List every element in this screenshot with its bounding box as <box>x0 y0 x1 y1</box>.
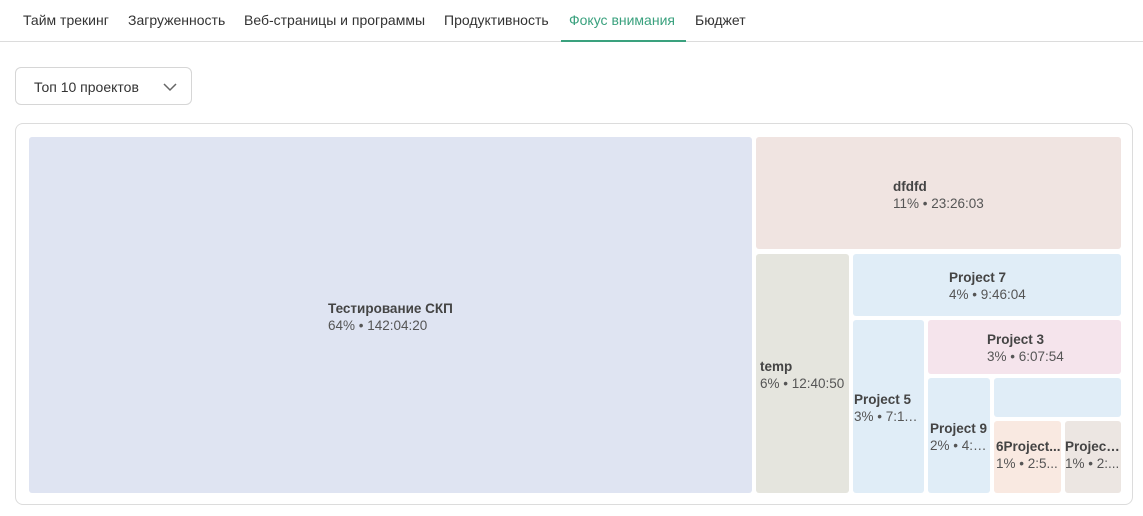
treemap-tile-label: Project 9 2% • 4:1... <box>930 420 990 454</box>
tab-workload[interactable]: Загруженность <box>128 0 225 42</box>
treemap-tile-value: 1% • 2:5... <box>996 456 1058 471</box>
treemap-tile-name: dfdfd <box>893 179 927 194</box>
treemap-tile[interactable]: Project 5 3% • 7:11:... <box>853 320 924 493</box>
treemap-tile[interactable]: Project 3 3% • 6:07:54 <box>928 320 1121 374</box>
tab-web-pages-programs[interactable]: Веб-страницы и программы <box>244 0 425 42</box>
treemap-tile[interactable] <box>994 378 1121 417</box>
treemap-tile-label: Project 3 3% • 6:07:54 <box>987 331 1064 365</box>
treemap-tile-label: Тестирование СКП 64% • 142:04:20 <box>328 300 453 334</box>
treemap-tile-value: 3% • 7:11:... <box>854 409 924 424</box>
tab-attention-focus[interactable]: Фокус внимания <box>561 0 686 42</box>
treemap-tile-label: Project... 1% • 2:... <box>1065 438 1121 472</box>
treemap-tile[interactable]: temp 6% • 12:40:50 <box>756 254 849 493</box>
tab-time-tracking[interactable]: Тайм трекинг <box>23 0 109 42</box>
treemap-tile[interactable]: dfdfd 11% • 23:26:03 <box>756 137 1121 249</box>
treemap-tile[interactable]: Project... 1% • 2:... <box>1065 421 1121 493</box>
treemap-tile-value: 64% • 142:04:20 <box>328 318 428 333</box>
tab-budget[interactable]: Бюджет <box>695 0 746 42</box>
treemap-tile-value: 2% • 4:1... <box>930 438 990 453</box>
top-projects-select[interactable]: Топ 10 проектов <box>15 67 192 105</box>
treemap-tile-name: temp <box>760 359 793 374</box>
treemap-tile[interactable]: Project 7 4% • 9:46:04 <box>853 254 1121 316</box>
treemap-tile-value: 1% • 2:... <box>1065 456 1120 471</box>
treemap-tile-value: 11% • 23:26:03 <box>893 196 984 211</box>
treemap-tile-name: Project 3 <box>987 332 1045 347</box>
treemap-tile[interactable]: 6Project... 1% • 2:5... <box>994 421 1061 493</box>
treemap-tile-name: 6Project... <box>996 439 1061 454</box>
treemap-tile-value: 4% • 9:46:04 <box>949 287 1026 302</box>
treemap-tile-label: Project 5 3% • 7:11:... <box>854 391 924 425</box>
treemap-tile-label: 6Project... 1% • 2:5... <box>996 438 1061 472</box>
treemap-tile[interactable]: Project 9 2% • 4:1... <box>928 378 990 493</box>
treemap-tile-name: Тестирование СКП <box>328 301 453 316</box>
treemap-tile-name: Project 7 <box>949 270 1007 285</box>
treemap-tile-label: Project 7 4% • 9:46:04 <box>949 269 1026 303</box>
treemap-tile-value: 6% • 12:40:50 <box>760 376 845 391</box>
tab-productivity[interactable]: Продуктивность <box>444 0 549 42</box>
chevron-down-icon <box>163 83 177 92</box>
treemap-tile-label: dfdfd 11% • 23:26:03 <box>893 178 984 212</box>
treemap-tile-name: Project... <box>1065 439 1121 454</box>
select-value: Топ 10 проектов <box>34 79 139 95</box>
treemap-tile-label: temp 6% • 12:40:50 <box>760 358 844 392</box>
tab-bar: Тайм трекинг Загруженность Веб-страницы … <box>0 0 1143 42</box>
treemap-panel: Тестирование СКП 64% • 142:04:20 dfdfd 11% … <box>15 123 1133 505</box>
treemap-tile-name: Project 9 <box>930 421 988 436</box>
treemap-tile-value: 3% • 6:07:54 <box>987 349 1064 364</box>
treemap-tile[interactable]: Тестирование СКП 64% • 142:04:20 <box>29 137 752 493</box>
treemap-tile-name: Project 5 <box>854 392 912 407</box>
